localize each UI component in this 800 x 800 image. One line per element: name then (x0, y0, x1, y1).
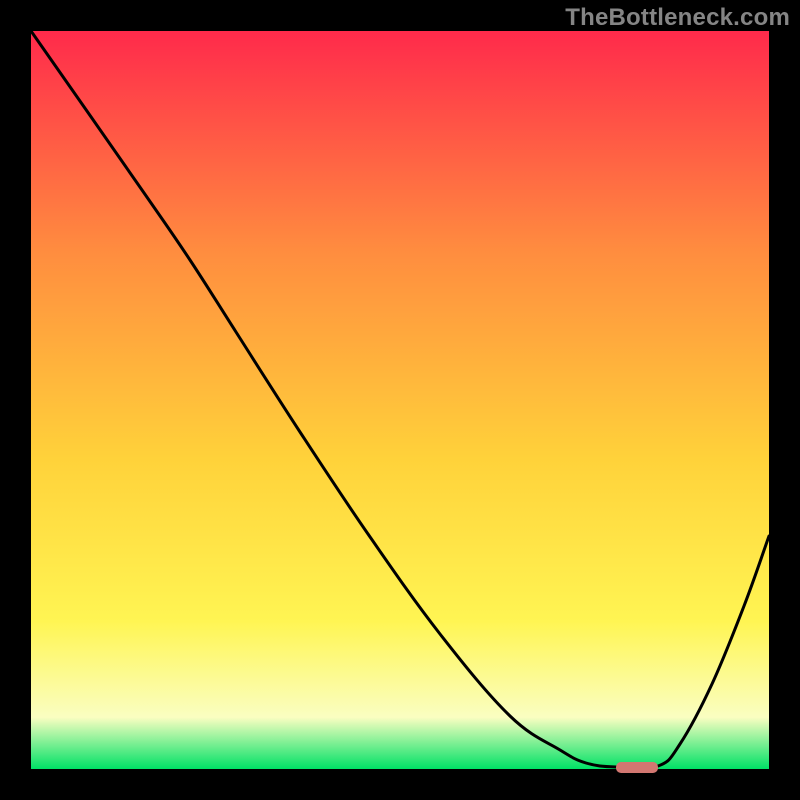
bottleneck-chart (0, 0, 800, 800)
plot-area (31, 31, 769, 769)
optimal-marker (616, 762, 658, 773)
watermark-text: TheBottleneck.com (565, 4, 790, 32)
